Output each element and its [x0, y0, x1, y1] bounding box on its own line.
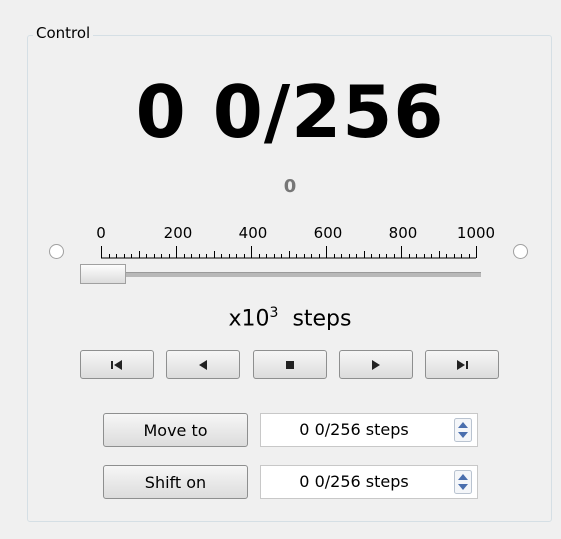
- slider-ticks: [101, 246, 477, 259]
- step-back-button[interactable]: [166, 350, 240, 379]
- move-to-button[interactable]: Move to: [103, 413, 248, 447]
- skip-to-end-icon: [457, 359, 468, 370]
- go-to-start-button[interactable]: [80, 350, 154, 379]
- shift-on-spinbox[interactable]: 0 0/256 steps: [260, 465, 478, 499]
- spin-arrows-icon[interactable]: [454, 418, 472, 442]
- go-to-end-button[interactable]: [425, 350, 499, 379]
- slider-handle[interactable]: [80, 264, 126, 284]
- skip-to-start-icon: [111, 359, 122, 370]
- spin-arrows-icon[interactable]: [454, 470, 472, 494]
- slider-groove[interactable]: [82, 272, 481, 277]
- stop-button[interactable]: [253, 350, 327, 379]
- units-label: x103 steps: [228, 305, 352, 332]
- step-forward-button[interactable]: [339, 350, 413, 379]
- control-panel: Control 0 0/256 0 0 200 400 600 800 1000…: [0, 0, 561, 539]
- stop-icon: [286, 360, 294, 369]
- shift-on-value[interactable]: 0 0/256 steps: [261, 466, 447, 498]
- play-icon: [372, 359, 380, 370]
- move-to-value[interactable]: 0 0/256 steps: [261, 414, 447, 446]
- play-reverse-icon: [199, 359, 207, 370]
- move-to-spinbox[interactable]: 0 0/256 steps: [260, 413, 478, 447]
- shift-on-button[interactable]: Shift on: [103, 465, 248, 499]
